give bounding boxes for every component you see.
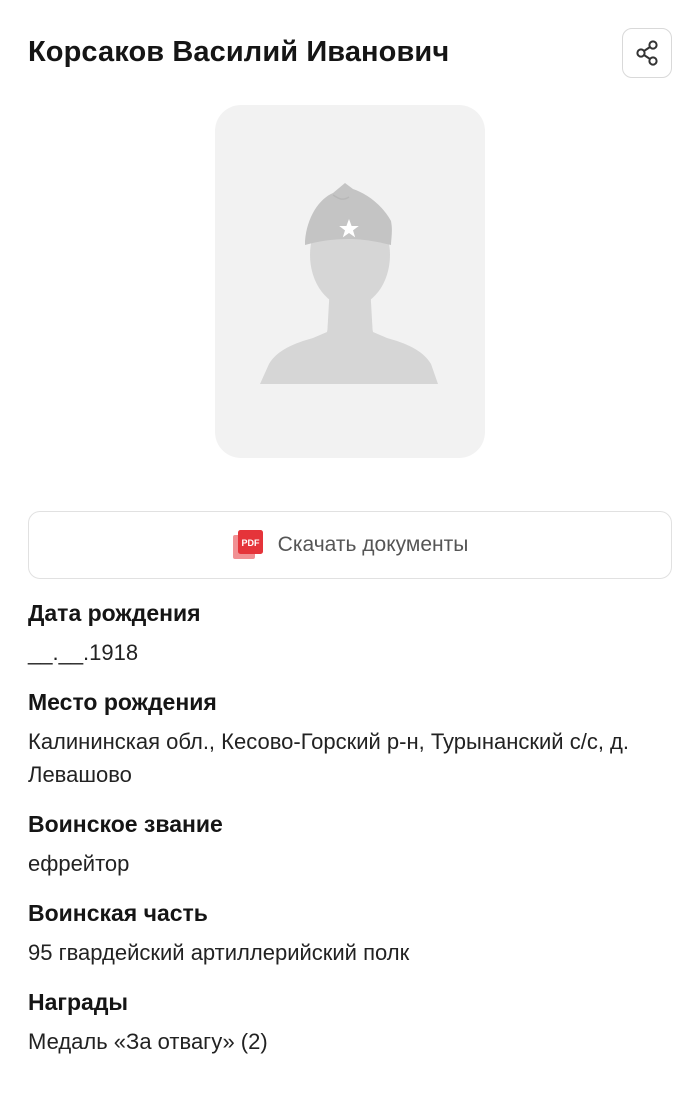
profile-header: Корсаков Василий Иванович bbox=[28, 28, 672, 80]
soldier-silhouette-icon bbox=[260, 183, 438, 384]
field-value: __.__.1918 bbox=[28, 640, 139, 665]
field-label: Место рождения bbox=[28, 689, 217, 715]
field-label: Дата рождения bbox=[28, 600, 201, 626]
field-birth-place: Место рождения Калининская обл., Кесово-… bbox=[28, 685, 678, 791]
field-value: Калининская обл., Кесово-Горский р-н, Ту… bbox=[28, 729, 629, 787]
field-military-rank: Воинское звание ефрейтор bbox=[28, 807, 678, 880]
pdf-badge-text: PDF bbox=[241, 538, 260, 548]
field-label: Награды bbox=[28, 989, 129, 1015]
share-icon bbox=[636, 40, 658, 66]
field-value: ефрейтор bbox=[28, 851, 130, 876]
field-value: 95 гвардейский артиллерийский полк bbox=[28, 940, 410, 965]
person-name-title: Корсаков Василий Иванович bbox=[28, 36, 450, 68]
field-value: Медаль «За отвагу» (2) bbox=[28, 1029, 268, 1054]
pdf-file-icon: PDF bbox=[232, 530, 263, 559]
field-awards: Награды Медаль «За отвагу» (2) bbox=[28, 985, 678, 1058]
field-label: Воинская часть bbox=[28, 900, 208, 926]
field-military-unit: Воинская часть 95 гвардейский артиллерий… bbox=[28, 896, 678, 969]
download-documents-label: Скачать документы bbox=[277, 533, 469, 556]
profile-details: Дата рождения __.__.1918 Место рождения … bbox=[28, 596, 678, 1074]
download-documents-button[interactable]: PDF Скачать документы bbox=[28, 511, 672, 579]
share-button[interactable] bbox=[622, 28, 672, 78]
profile-photo-placeholder bbox=[215, 105, 485, 458]
field-birth-date: Дата рождения __.__.1918 bbox=[28, 596, 678, 669]
field-label: Воинское звание bbox=[28, 811, 223, 837]
soldier-profile-page: Корсаков Василий Иванович PDF Скачать до… bbox=[0, 0, 700, 1105]
